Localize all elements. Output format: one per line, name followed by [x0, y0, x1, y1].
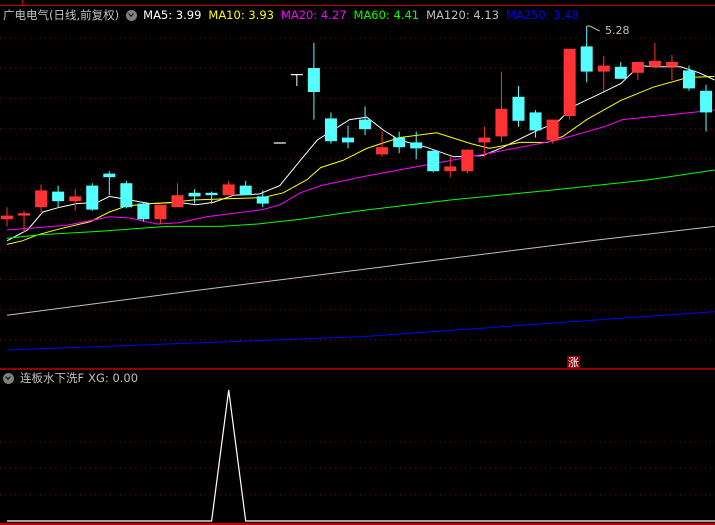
ma-line-ma120 [6, 225, 715, 316]
candle-down [239, 185, 252, 196]
ma10-label: MA10: 3.93 [208, 8, 274, 22]
candle-up [154, 204, 167, 220]
candle-down [52, 191, 65, 202]
candle-up [171, 195, 184, 208]
candle-down [410, 142, 423, 149]
indicator-title: 连板水下洗F [20, 371, 85, 385]
candle-up [18, 213, 31, 216]
ma250-label: MA250: 3.48 [505, 8, 579, 22]
candle-up [222, 184, 235, 196]
candle-down [103, 173, 116, 178]
high-marker-arrow [586, 25, 600, 32]
candle-down [529, 112, 542, 131]
stock-chart-window: 广电电气(日线,前复权) MA5: 3.99 MA10: 3.93 MA20: … [0, 0, 715, 525]
candle-down [86, 185, 99, 210]
candle-up [444, 166, 457, 172]
candle-up [631, 62, 644, 73]
candle-down [188, 192, 201, 197]
candle-down [120, 183, 133, 208]
candle-up [478, 137, 491, 143]
indicator-value: XG: 0.00 [88, 371, 139, 385]
candle-down [137, 203, 150, 220]
ma-line-ma60 [6, 169, 715, 239]
main-legend: 广电电气(日线,前复权) MA5: 3.99 MA10: 3.93 MA20: … [3, 8, 586, 22]
candle-down [393, 137, 406, 148]
candle-down [700, 90, 713, 113]
candle-down [342, 137, 354, 143]
candle-down [580, 46, 593, 72]
candle-up [461, 149, 474, 172]
candle-down [256, 196, 269, 204]
candle-up [563, 48, 576, 116]
candle-down [512, 96, 525, 121]
kline-chart[interactable] [0, 0, 715, 525]
candle-up [648, 60, 661, 67]
ma-line-ma5 [6, 65, 715, 242]
candle-down [683, 70, 695, 89]
ma120-label: MA120: 4.13 [426, 8, 499, 22]
ma-line-ma250 [6, 311, 715, 351]
candle-down [359, 119, 372, 130]
chevron-down-icon[interactable] [3, 372, 14, 384]
candle-up [597, 65, 610, 72]
candle-up [1, 215, 13, 220]
candle-up [376, 147, 389, 155]
candle-up [69, 196, 82, 202]
candle-down [205, 192, 218, 196]
chevron-down-icon[interactable] [126, 9, 138, 21]
stock-title: 广电电气(日线,前复权) [3, 8, 120, 22]
candle-up [495, 108, 508, 137]
rise-badge[interactable]: 涨 [567, 356, 580, 369]
indicator-legend: 连板水下洗F XG: 0.00 [3, 371, 145, 385]
ma20-label: MA20: 4.27 [280, 8, 347, 22]
candle-down [307, 68, 320, 92]
ma5-label: MA5: 3.99 [143, 8, 202, 22]
ma60-label: MA60: 4.41 [353, 8, 420, 22]
candle-down [427, 150, 440, 172]
candle-up [665, 62, 678, 67]
candle-down [614, 66, 627, 79]
high-price-label: 5.28 [605, 24, 630, 37]
xg-line [7, 389, 715, 522]
candle-up [546, 119, 559, 140]
candle-down [273, 142, 286, 144]
candle-down [290, 74, 303, 76]
candle-down [324, 118, 337, 142]
candle-up [35, 190, 48, 208]
